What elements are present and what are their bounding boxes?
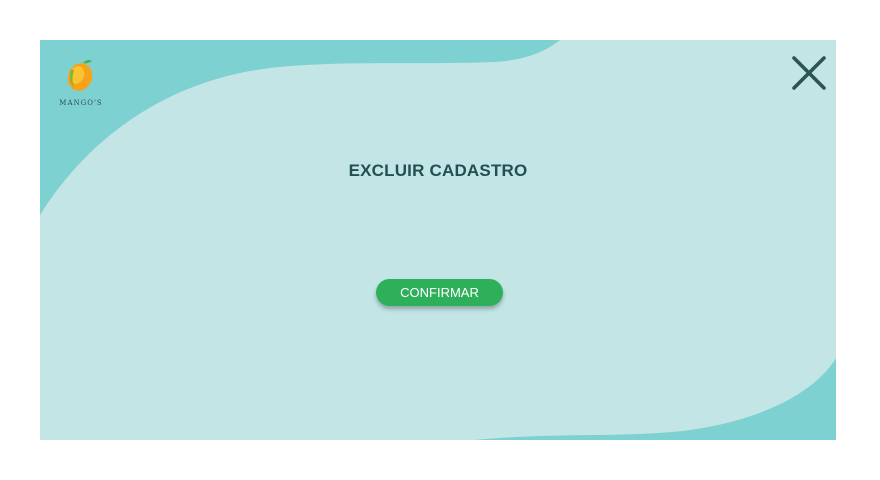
dialog-title: EXCLUIR CADASTRO <box>348 161 528 180</box>
brand-logo: MANGO'S · · · · <box>58 58 104 114</box>
wave-background <box>40 40 836 440</box>
confirm-button[interactable]: CONFIRMAR <box>376 279 503 306</box>
close-button[interactable] <box>790 54 828 92</box>
brand-tagline: · · · · <box>67 108 95 112</box>
close-icon <box>792 56 826 90</box>
brand-name: MANGO'S <box>59 99 103 107</box>
delete-account-dialog: MANGO'S · · · · EXCLUIR CADASTRO CONFIRM… <box>40 40 836 440</box>
mango-icon <box>67 59 93 91</box>
